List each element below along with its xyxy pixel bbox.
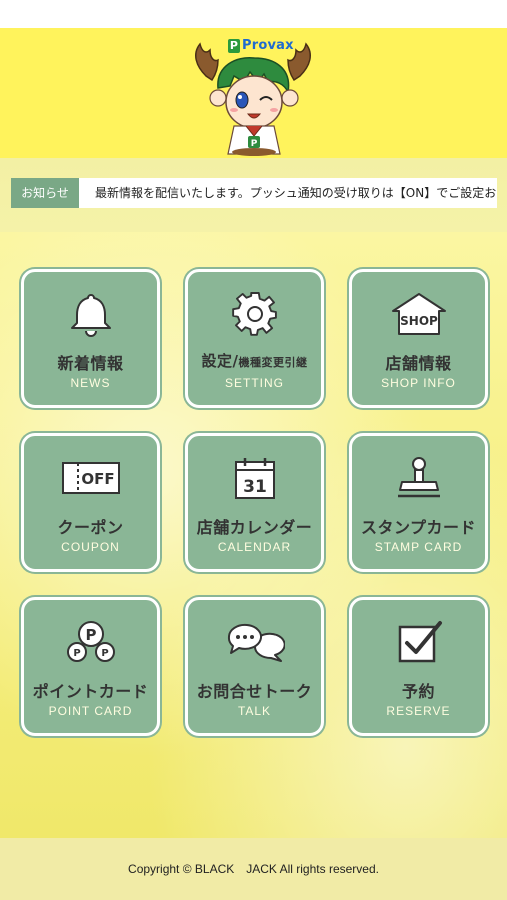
point-card-icon: P P P — [24, 618, 157, 666]
status-bar — [0, 0, 507, 28]
tile-talk[interactable]: お問合せトーク TALK — [185, 597, 324, 736]
news-label: お知らせ — [11, 178, 79, 208]
footer-copyright: Copyright © BLACK JACK All rights reserv… — [0, 838, 507, 900]
tile-reserve[interactable]: 予約 RESERVE — [349, 597, 488, 736]
tile-calendar[interactable]: 31 店舗カレンダー CALENDAR — [185, 433, 324, 572]
talk-icon — [188, 618, 321, 666]
calendar-icon: 31 — [188, 454, 321, 502]
tile-shop-info[interactable]: SHOP 店舗情報 SHOP INFO — [349, 269, 488, 408]
news-ticker-bar: お知らせ 最新情報を配信いたします。プッシュ通知の受け取りは【ON】でご設定お — [0, 158, 507, 232]
gear-icon — [188, 290, 321, 338]
tile-news-label: 新着情報 — [57, 354, 124, 373]
tile-calendar-sublabel: CALENDAR — [217, 540, 292, 554]
svg-text:31: 31 — [243, 477, 267, 497]
tile-point-card[interactable]: P P P ポイントカード POINT CARD — [21, 597, 160, 736]
tile-coupon-sublabel: COUPON — [61, 540, 120, 554]
tile-stamp-card-sublabel: STAMP CARD — [374, 540, 463, 554]
tile-reserve-sublabel: RESERVE — [386, 704, 451, 718]
tile-stamp-card-label: スタンプカード — [360, 518, 477, 537]
tile-point-card-sublabel: POINT CARD — [48, 704, 133, 718]
svg-text:P: P — [251, 139, 258, 149]
tile-coupon-label: クーポン — [57, 518, 124, 537]
tile-news-sublabel: NEWS — [70, 376, 111, 390]
app-header: P Provax P — [0, 28, 507, 158]
tile-news[interactable]: 新着情報 NEWS — [21, 269, 160, 408]
reserve-check-icon — [352, 618, 485, 666]
tile-shop-info-label: 店舗情報 — [385, 354, 452, 373]
mascot-logo: P Provax P — [188, 36, 318, 156]
menu-grid: 新着情報 NEWS 設定/機種変更引継 SETTING SHOP 店舗情報 SH… — [0, 232, 507, 838]
svg-text:OFF: OFF — [81, 470, 114, 488]
bell-icon — [24, 290, 157, 338]
tile-talk-sublabel: TALK — [237, 704, 272, 718]
svg-text:P: P — [85, 626, 96, 644]
svg-text:P: P — [73, 648, 80, 659]
stamp-icon — [352, 454, 485, 502]
tile-point-card-label: ポイントカード — [32, 682, 149, 701]
svg-text:P: P — [101, 648, 108, 659]
tile-talk-label: お問合せトーク — [196, 682, 313, 701]
tile-setting[interactable]: 設定/機種変更引継 SETTING — [185, 269, 324, 408]
shop-icon: SHOP — [352, 290, 485, 338]
tile-coupon[interactable]: OFF クーポン COUPON — [21, 433, 160, 572]
tile-reserve-label: 予約 — [401, 682, 435, 701]
tile-calendar-label: 店舗カレンダー — [196, 518, 313, 537]
tile-stamp-card[interactable]: スタンプカード STAMP CARD — [349, 433, 488, 572]
coupon-icon: OFF — [24, 454, 157, 502]
tile-setting-sublabel: SETTING — [224, 376, 284, 390]
news-ticker-text[interactable]: 最新情報を配信いたします。プッシュ通知の受け取りは【ON】でご設定お — [79, 178, 497, 208]
tile-setting-label: 設定/機種変更引継 — [201, 352, 308, 370]
tile-shop-info-sublabel: SHOP INFO — [381, 376, 456, 390]
svg-text:SHOP: SHOP — [400, 314, 438, 328]
